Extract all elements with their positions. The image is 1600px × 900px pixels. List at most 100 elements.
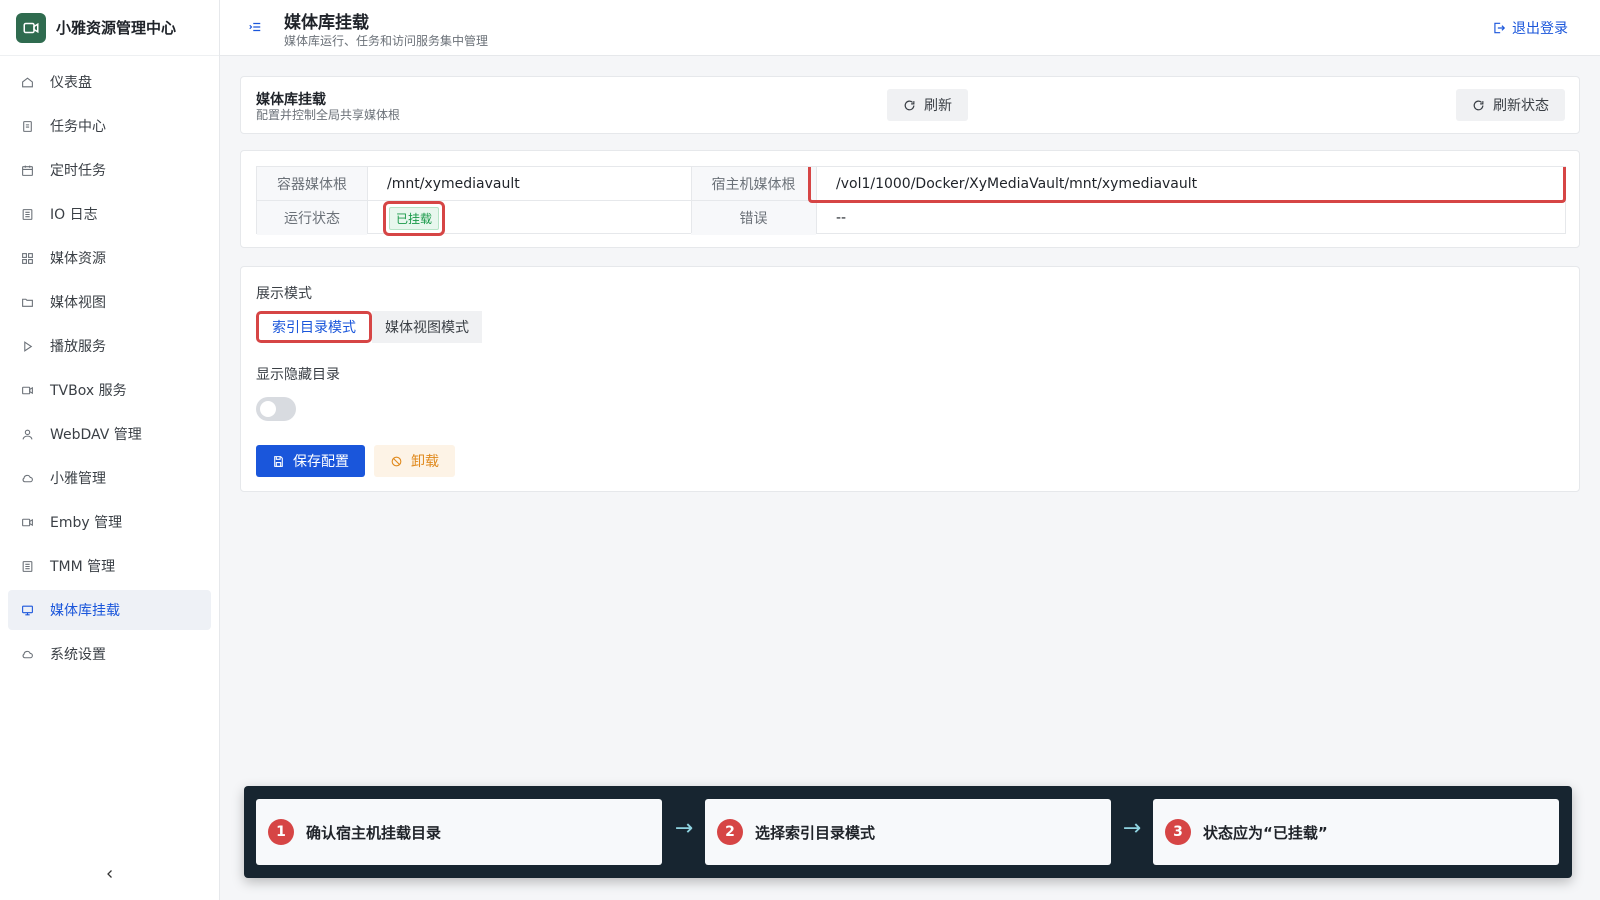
logout-icon [1494,22,1506,34]
user-icon [20,427,34,441]
sidebar-item-label: TVBox 服务 [50,383,127,399]
status-label: 运行状态 [257,201,367,235]
save-config-button[interactable]: 保存配置 [256,445,365,477]
sidebar-item-tmm[interactable]: TMM 管理 [8,546,211,586]
log-icon [20,207,34,221]
status-badge: 已挂载 [389,206,440,230]
sidebar-item-label: 媒体库挂载 [50,603,120,619]
refresh-icon [1473,100,1484,110]
ban-icon [391,456,402,466]
mount-info-card: 容器媒体根 /mnt/xymediavault 宿主机媒体根 /vol1/100… [240,150,1580,248]
top-header: 媒体库挂载 媒体库运行、任务和访问服务集中管理 退出登录 [220,0,1600,56]
container-root-value: /mnt/xymediavault [387,176,520,192]
video-icon [20,383,34,397]
sidebar-item-webdav[interactable]: WebDAV 管理 [8,414,211,454]
show-hidden-toggle[interactable] [256,397,296,421]
brand-title: 小雅资源管理中心 [56,19,177,37]
sidebar-item-media-resources[interactable]: 媒体资源 [8,238,211,278]
show-hidden-label: 显示隐藏目录 [256,367,340,383]
sidebar-item-task-center[interactable]: 任务中心 [8,106,211,146]
display-mode-segmented: 索引目录模式 媒体视图模式 [256,311,482,343]
sidebar-item-label: 小雅管理 [50,471,106,487]
unmount-button[interactable]: 卸载 [374,445,455,477]
step-number: 2 [717,819,743,845]
sidebar-item-label: TMM 管理 [50,559,116,575]
sidebar-item-emby[interactable]: Emby 管理 [8,502,211,542]
sidebar: 小雅资源管理中心 仪表盘 任务中心 定时任务 IO 日志 媒体资源 媒体视图 播… [0,0,220,900]
monitor-icon [20,603,34,617]
sidebar-item-label: WebDAV 管理 [50,427,142,443]
toggle-knob [260,401,276,417]
sidebar-item-label: 仪表盘 [50,75,92,91]
step-text: 选择索引目录模式 [755,823,876,842]
logout-button[interactable]: 退出登录 [1492,18,1568,38]
host-root-label: 宿主机媒体根 [691,167,816,201]
play-icon [20,339,34,353]
card-subtitle: 配置并控制全局共享媒体根 [256,108,401,122]
sidebar-item-label: 媒体资源 [50,251,106,267]
sidebar-item-dashboard[interactable]: 仪表盘 [8,62,211,102]
sidebar-item-label: 媒体视图 [50,295,106,311]
refresh-button[interactable]: 刷新 [887,89,968,121]
sidebar-item-playback-service[interactable]: 播放服务 [8,326,211,366]
page-title: 媒体库挂载 [284,13,369,33]
page-subtitle: 媒体库运行、任务和访问服务集中管理 [284,34,489,48]
sidebar-item-tvbox-service[interactable]: TVBox 服务 [8,370,211,410]
mount-info-table: 容器媒体根 /mnt/xymediavault 宿主机媒体根 /vol1/100… [256,166,1566,236]
collapse-sidebar-button[interactable] [96,862,124,886]
guide-step-3: 3 状态应为“已挂载” [1153,799,1559,865]
guide-steps-bar: 1 确认宿主机挂载目录 → 2 选择索引目录模式 → 3 状态应为“已挂载” [244,786,1572,878]
status-cell: 已挂载 [367,200,691,236]
chevron-left-icon [107,870,112,878]
folder-icon [20,295,34,309]
step-number: 1 [268,819,294,845]
mount-config-card: 展示模式 索引目录模式 媒体视图模式 显示隐藏目录 保存配置 卸载 [240,266,1580,492]
table-divider [691,167,692,233]
sidebar-item-xiaoya[interactable]: 小雅管理 [8,458,211,498]
refresh-label: 刷新 [924,98,952,114]
logout-label: 退出登录 [1512,21,1568,37]
step-number: 3 [1165,819,1191,845]
cloud-icon [20,471,34,485]
calendar-icon [20,163,34,177]
arrow-right-icon: → [1122,816,1142,841]
table-divider [257,200,1565,201]
document-icon [20,119,34,133]
menu-fold-icon[interactable] [248,20,264,36]
refresh-icon [904,100,915,110]
step-text: 确认宿主机挂载目录 [306,823,442,842]
host-root-value: /vol1/1000/Docker/XyMediaVault/mnt/xymed… [836,176,1198,192]
save-icon [274,455,283,467]
mount-header-card: 媒体库挂载 配置并控制全局共享媒体根 刷新 刷新状态 [240,76,1580,134]
cloud-icon [20,647,34,661]
log-icon [20,559,34,573]
sidebar-item-label: 系统设置 [50,647,106,663]
sidebar-item-media-mount[interactable]: 媒体库挂载 [8,590,211,630]
home-icon [20,75,34,89]
video-icon [20,515,34,529]
video-camera-icon [16,12,46,43]
error-label: 错误 [691,201,816,235]
arrow-right-icon: → [674,816,694,841]
guide-step-2: 2 选择索引目录模式 [705,799,1111,865]
table-divider [816,167,817,233]
grid-icon [20,251,34,265]
sidebar-item-label: 任务中心 [50,119,106,135]
unmount-label: 卸载 [411,454,439,470]
sidebar-item-label: IO 日志 [50,207,98,223]
display-mode-label: 展示模式 [256,286,312,302]
refresh-status-button[interactable]: 刷新状态 [1456,89,1565,121]
step-text: 状态应为“已挂载” [1203,823,1328,842]
mode-media-view[interactable]: 媒体视图模式 [372,311,482,343]
container-root-label: 容器媒体根 [257,167,367,201]
sidebar-item-media-view[interactable]: 媒体视图 [8,282,211,322]
sidebar-item-io-log[interactable]: IO 日志 [8,194,211,234]
sidebar-nav: 仪表盘 任务中心 定时任务 IO 日志 媒体资源 媒体视图 播放服务 TVBox… [0,56,219,674]
brand: 小雅资源管理中心 [0,0,219,56]
sidebar-item-settings[interactable]: 系统设置 [8,634,211,674]
save-label: 保存配置 [293,454,349,470]
sidebar-item-scheduled-tasks[interactable]: 定时任务 [8,150,211,190]
mode-index-directory[interactable]: 索引目录模式 [256,311,372,343]
sidebar-item-label: 定时任务 [50,163,106,179]
table-divider [367,167,368,233]
